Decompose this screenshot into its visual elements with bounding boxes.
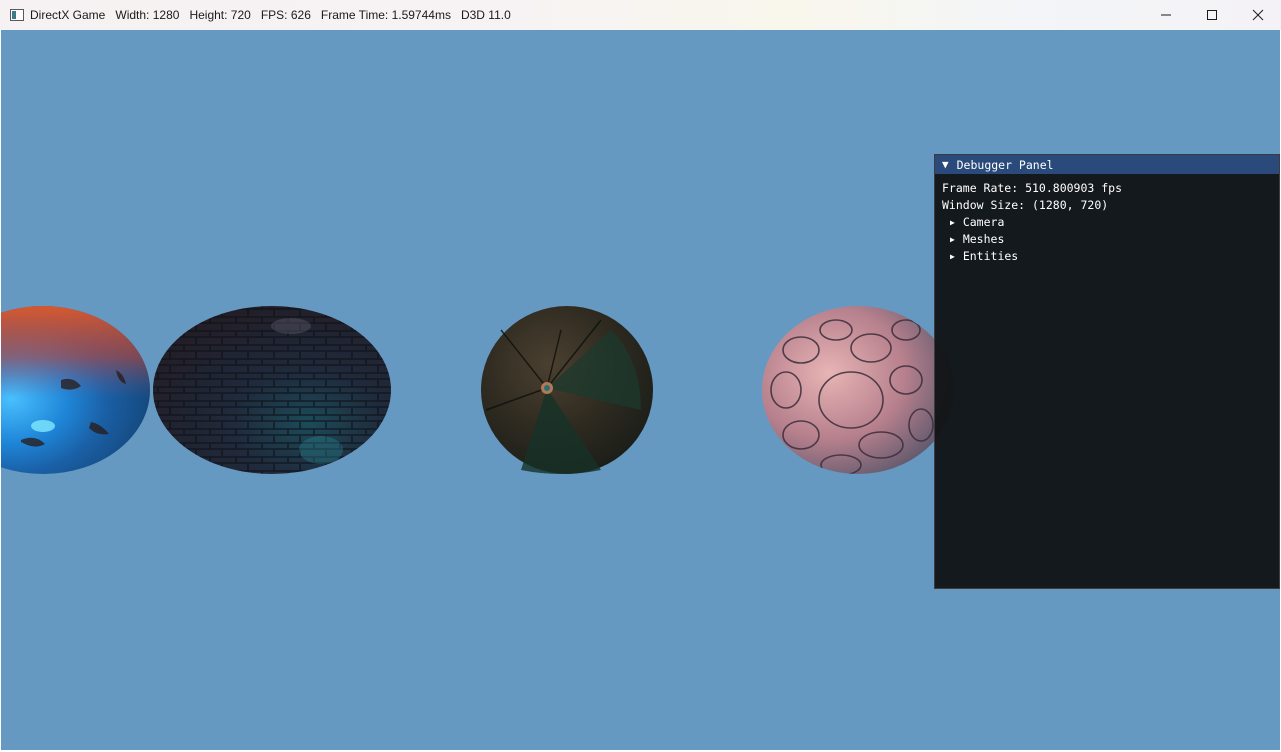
- collapse-arrow-icon[interactable]: ▼: [942, 155, 949, 174]
- fps-readout: FPS: 626: [260, 8, 311, 22]
- tree-node-entities[interactable]: ▶ Entities: [942, 248, 1279, 265]
- tree-node-label: Camera: [962, 215, 1005, 229]
- window-title: DirectX Game Width: 1280 Height: 720 FPS…: [30, 8, 511, 22]
- cobblestone-sphere[interactable]: [151, 305, 396, 475]
- frame-time-readout: Frame Time: 1.59744ms: [320, 8, 451, 22]
- api-readout: D3D 11.0: [460, 8, 511, 22]
- debugger-panel-title: Debugger Panel: [956, 157, 1054, 172]
- pebble-sphere[interactable]: [762, 306, 954, 475]
- width-readout: Width: 1280: [115, 8, 180, 22]
- tree-node-label: Meshes: [962, 232, 1005, 246]
- tree-node-label: Entities: [962, 249, 1019, 263]
- app-title: DirectX Game: [30, 8, 106, 22]
- minimize-icon: [1161, 14, 1171, 16]
- expand-arrow-icon: ▶: [950, 252, 955, 261]
- debugger-panel-body: Frame Rate: 510.800903 fps Window Size: …: [935, 174, 1279, 265]
- debugger-panel[interactable]: ▼ Debugger Panel Frame Rate: 510.800903 …: [934, 154, 1280, 589]
- expand-arrow-icon: ▶: [950, 218, 955, 227]
- window-size-text: Window Size: (1280, 720): [942, 198, 1109, 212]
- maximize-icon: [1207, 10, 1217, 20]
- tree-node-camera[interactable]: ▶ Camera: [942, 214, 1279, 231]
- render-viewport[interactable]: ▼ Debugger Panel Frame Rate: 510.800903 …: [1, 30, 1280, 750]
- minimize-button[interactable]: [1143, 0, 1189, 30]
- frame-rate-text: Frame Rate: 510.800903 fps: [942, 181, 1123, 195]
- lava-sphere[interactable]: [1, 306, 150, 474]
- height-readout: Height: 720: [189, 8, 251, 22]
- window-controls: [1143, 0, 1281, 30]
- close-button[interactable]: [1235, 0, 1281, 30]
- debugger-panel-header[interactable]: ▼ Debugger Panel: [935, 155, 1279, 174]
- expand-arrow-icon: ▶: [950, 235, 955, 244]
- leather-sphere[interactable]: [481, 306, 653, 474]
- app-window-icon: [10, 9, 24, 21]
- close-icon: [1252, 9, 1264, 21]
- maximize-button[interactable]: [1189, 0, 1235, 30]
- tree-node-meshes[interactable]: ▶ Meshes: [942, 231, 1279, 248]
- title-bar[interactable]: DirectX Game Width: 1280 Height: 720 FPS…: [0, 0, 1281, 30]
- game-window: DirectX Game Width: 1280 Height: 720 FPS…: [0, 0, 1281, 752]
